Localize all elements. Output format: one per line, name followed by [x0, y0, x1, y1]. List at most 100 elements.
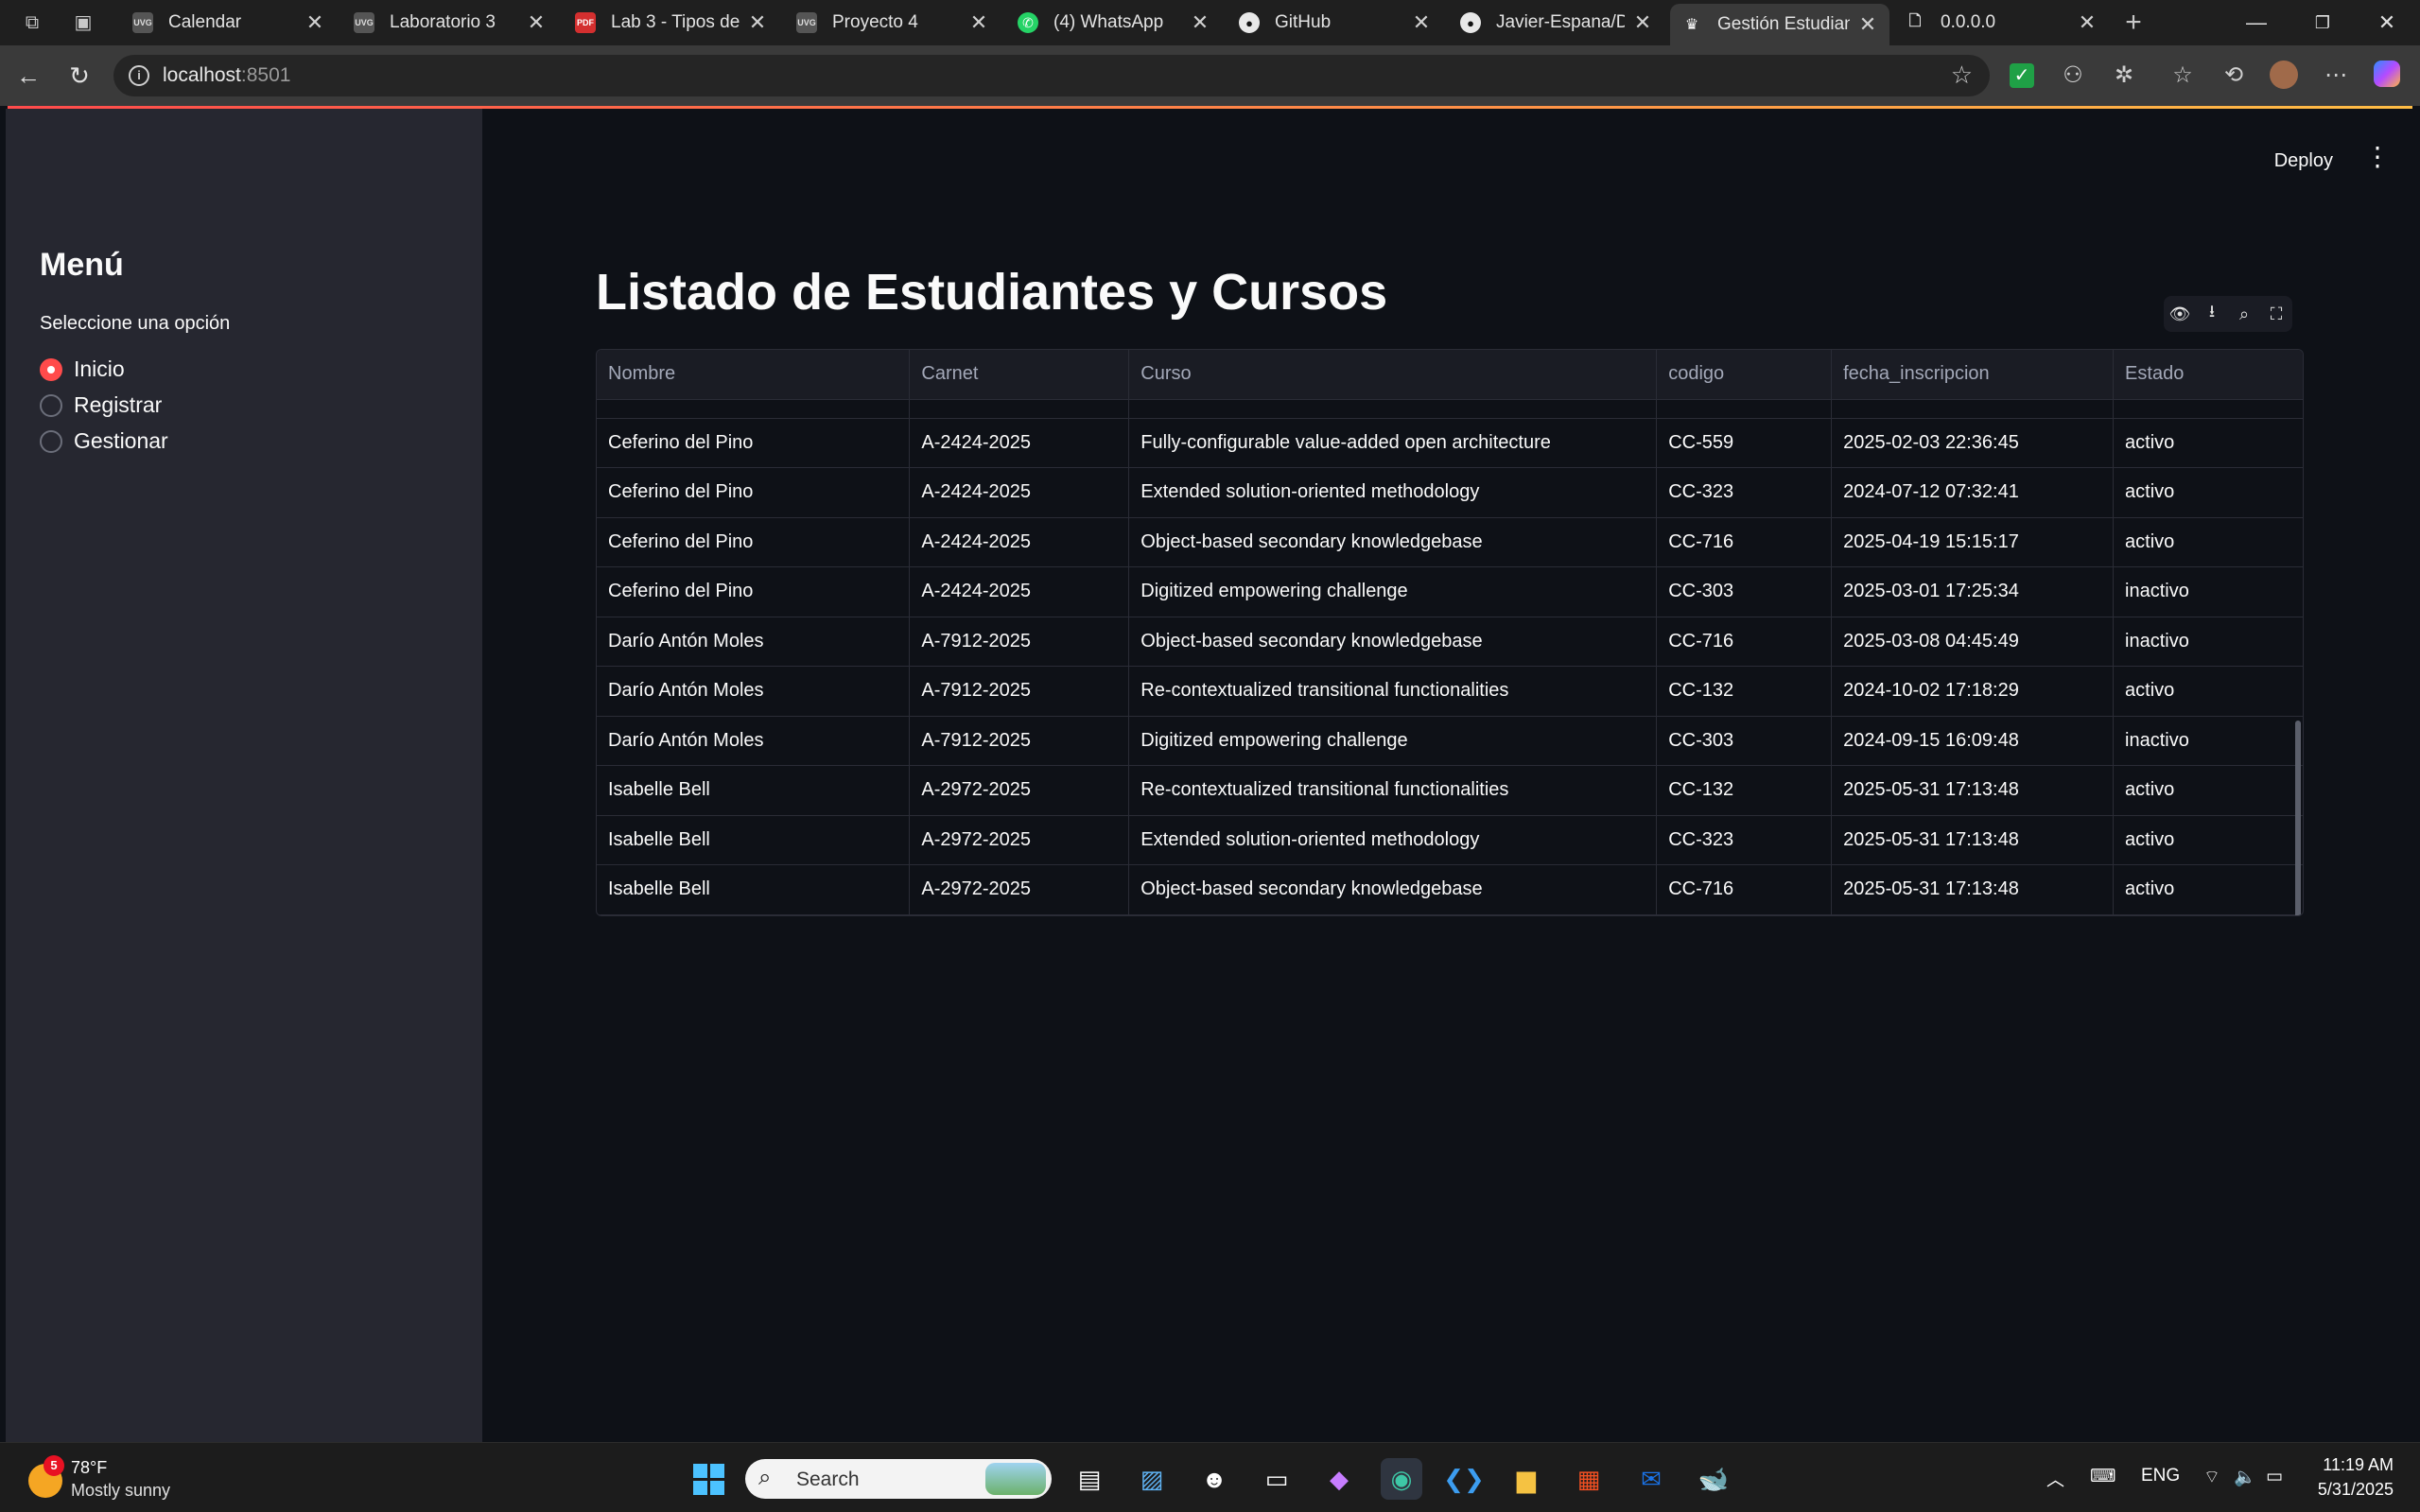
show-columns-eye-icon[interactable]: 👁 [2168, 304, 2192, 324]
cell-fecha-inscripcion[interactable]: 2025-02-03 22:36:45 [1831, 418, 2115, 468]
system-clock[interactable]: 11:19 AM 5/31/2025 [2318, 1452, 2394, 1502]
tab-laboratorio-3[interactable]: UVG Laboratorio 3 ✕ [342, 4, 558, 42]
restore-icon[interactable]: ❐ [2304, 8, 2342, 38]
close-tab-icon[interactable]: ✕ [968, 10, 989, 35]
weather-description[interactable]: Mostly sunny [71, 1481, 170, 1501]
download-icon[interactable]: ⭳ [2200, 300, 2224, 328]
checkmark-extension-icon[interactable]: ✓ [2010, 63, 2034, 88]
tab-whatsapp[interactable]: ✆ (4) WhatsApp ✕ [1006, 4, 1222, 42]
cell-carnet[interactable]: A-2972-2025 [909, 815, 1130, 865]
cell-nombre[interactable]: Isabelle Bell [597, 864, 911, 915]
cell-fecha-inscripcion[interactable]: 2025-03-01 17:25:34 [1831, 566, 2115, 617]
file-explorer-icon[interactable]: ▆ [1506, 1458, 1547, 1500]
volume-icon[interactable]: 🔈 [2234, 1466, 2256, 1488]
wifi-icon[interactable]: ⌔ [2203, 1466, 2220, 1488]
cell-carnet[interactable]: A-2424-2025 [909, 566, 1130, 617]
cell-codigo[interactable]: CC-132 [1656, 765, 1833, 816]
cell-fecha-inscripcion[interactable]: 2024-09-15 16:09:48 [1831, 716, 2115, 766]
weather-temperature[interactable]: 78°F [71, 1458, 107, 1478]
table-row[interactable]: Isabelle Bell A-2972-2025 Re-contextualize… [597, 765, 2303, 816]
workspaces-icon[interactable]: ⧉ [19, 9, 45, 36]
close-tab-icon[interactable]: ✕ [747, 10, 768, 35]
tab-0000[interactable]: 🗋 0.0.0.0 ✕ [1893, 4, 2109, 42]
cell-codigo[interactable]: CC-716 [1656, 517, 1833, 567]
cell-curso[interactable]: Digitized empowering challenge [1128, 716, 1658, 766]
close-window-icon[interactable]: ✕ [2368, 8, 2406, 38]
radio-option-gestionar[interactable]: Gestionar [40, 428, 168, 454]
tab-proyecto-4[interactable]: UVG Proyecto 4 ✕ [785, 4, 1001, 42]
close-tab-icon[interactable]: ✕ [1632, 10, 1653, 35]
reload-icon[interactable]: ↻ [62, 59, 96, 93]
cell-estado[interactable]: inactivo [2113, 566, 2303, 617]
cell-curso[interactable]: Object-based secondary knowledgebase [1128, 864, 1658, 915]
tab-actions-icon[interactable]: ▣ [70, 9, 96, 36]
search-icon[interactable]: ⌕ [2232, 304, 2256, 324]
new-tab-icon[interactable]: + [2120, 9, 2147, 37]
close-tab-icon[interactable]: ✕ [2077, 10, 2098, 35]
cell-fecha-inscripcion[interactable]: 2025-05-31 17:13:48 [1831, 765, 2115, 816]
vscode-app-icon[interactable]: ❮❯ [1443, 1458, 1485, 1500]
column-header-carnet[interactable]: Carnet [909, 350, 1130, 400]
close-tab-icon[interactable]: ✕ [1411, 10, 1432, 35]
cell-estado[interactable]: activo [2113, 517, 2303, 567]
cell-curso[interactable]: Object-based secondary knowledgebase [1128, 617, 1658, 667]
windows-start-icon[interactable] [688, 1458, 729, 1500]
close-tab-icon[interactable]: ✕ [305, 10, 325, 35]
radio-checked-icon[interactable] [40, 357, 62, 381]
cell-fecha-inscripcion[interactable]: 2025-05-31 17:13:48 [1831, 864, 2115, 915]
address-bar[interactable]: i localhost:8501 ☆ [113, 55, 1990, 96]
close-tab-icon[interactable]: ✕ [526, 10, 547, 35]
copilot-app-icon[interactable]: ◆ [1318, 1458, 1360, 1500]
cell-carnet[interactable]: A-7912-2025 [909, 617, 1130, 667]
cell-estado[interactable]: inactivo [2113, 617, 2303, 667]
tab-gestion-estudiantes[interactable]: ♛ Gestión Estudiant ✕ [1670, 4, 1889, 45]
fullscreen-icon[interactable]: ⛶ [2264, 304, 2289, 324]
main-menu-icon[interactable]: ⋮ [2363, 141, 2392, 172]
outlook-app-icon[interactable]: ✉ [1630, 1458, 1672, 1500]
cell-carnet[interactable]: A-2424-2025 [909, 418, 1130, 468]
cell-estado[interactable]: activo [2113, 864, 2303, 915]
cell-codigo[interactable]: CC-559 [1656, 418, 1833, 468]
edge-browser-icon[interactable]: ◉ [1381, 1458, 1422, 1500]
more-menu-icon[interactable]: ⋯ [2321, 61, 2351, 91]
column-header-nombre[interactable]: Nombre [597, 350, 911, 400]
cell-curso[interactable]: Object-based secondary knowledgebase [1128, 517, 1658, 567]
table-row[interactable]: Darío Antón Moles A-7912-2025 Object-based… [597, 617, 2303, 667]
cell-estado[interactable]: activo [2113, 418, 2303, 468]
reader-extension-icon[interactable]: ⚇ [2058, 61, 2088, 91]
cell-curso[interactable]: Extended solution-oriented methodology [1128, 467, 1658, 518]
cell-fecha-inscripcion[interactable]: 2025-05-31 17:13:48 [1831, 815, 2115, 865]
table-row[interactable]: Ceferino del Pino A-2424-2025 Object-based… [597, 517, 2303, 567]
docker-app-icon[interactable]: 🐋 [1693, 1458, 1734, 1500]
cell-nombre[interactable]: Darío Antón Moles [597, 666, 911, 717]
table-row[interactable]: Isabelle Bell A-2972-2025 Object-based sec… [597, 864, 2303, 915]
table-row[interactable]: Isabelle Bell A-2972-2025 Extended solutio… [597, 815, 2303, 865]
cell-carnet[interactable]: A-7912-2025 [909, 666, 1130, 717]
cell-fecha-inscripcion[interactable]: 2025-04-19 15:15:17 [1831, 517, 2115, 567]
table-row-partially-scrolled[interactable] [597, 399, 2303, 419]
cell-curso[interactable]: Re-contextualized transitional functiona… [1128, 765, 1658, 816]
keyboard-icon[interactable]: ⌨ [2090, 1466, 2115, 1487]
battery-icon[interactable]: ▭ [2266, 1466, 2283, 1487]
cell-estado[interactable]: activo [2113, 765, 2303, 816]
column-header-codigo[interactable]: codigo [1656, 350, 1833, 400]
cell-nombre[interactable]: Ceferino del Pino [597, 517, 911, 567]
cell-fecha-inscripcion[interactable]: 2024-10-02 17:18:29 [1831, 666, 2115, 717]
taskbar-search-input[interactable]: ⌕ Search [745, 1459, 1052, 1499]
radio-option-registrar[interactable]: Registrar [40, 392, 162, 418]
column-header-estado[interactable]: Estado [2113, 350, 2303, 400]
cell-curso[interactable]: Re-contextualized transitional functiona… [1128, 666, 1658, 717]
cell-curso[interactable]: Extended solution-oriented methodology [1128, 815, 1658, 865]
copilot-icon[interactable] [2374, 61, 2400, 87]
favorite-star-icon[interactable]: ☆ [1951, 61, 1973, 90]
back-icon[interactable]: ← [11, 59, 45, 93]
site-info-icon[interactable]: i [129, 65, 149, 86]
cell-curso[interactable]: Digitized empowering challenge [1128, 566, 1658, 617]
alienware-app-icon[interactable]: ☻ [1193, 1458, 1235, 1500]
cell-nombre[interactable]: Ceferino del Pino [597, 566, 911, 617]
table-row[interactable]: Ceferino del Pino A-2424-2025 Fully-config… [597, 418, 2303, 468]
cell-carnet[interactable]: A-2972-2025 [909, 864, 1130, 915]
minimize-icon[interactable]: — [2237, 8, 2275, 38]
cell-nombre[interactable]: Darío Antón Moles [597, 716, 911, 766]
cell-carnet[interactable]: A-2424-2025 [909, 517, 1130, 567]
